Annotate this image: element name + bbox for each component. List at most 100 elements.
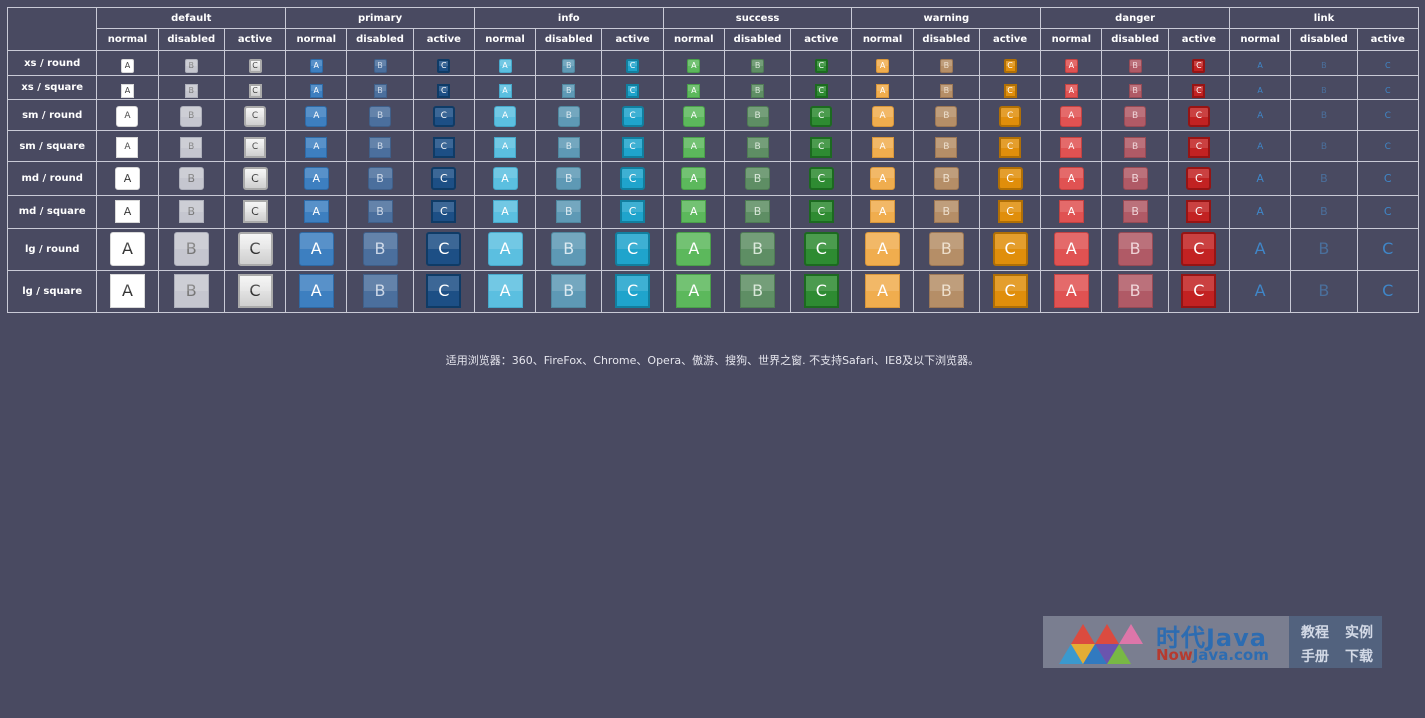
info-active-xs-square-button[interactable]: C [626, 83, 640, 98]
default-active-xs-square-button[interactable]: C [248, 83, 262, 98]
default-normal-lg-round-button[interactable]: A [109, 232, 145, 267]
warning-normal-md-round-button[interactable]: A [870, 166, 896, 190]
primary-active-lg-round-button[interactable]: C [426, 232, 462, 267]
default-normal-xs-square-button[interactable]: A [120, 83, 134, 98]
danger-active-lg-square-button[interactable]: C [1181, 274, 1217, 309]
info-normal-lg-square-button[interactable]: A [487, 274, 523, 309]
primary-normal-sm-square-button[interactable]: A [305, 137, 328, 159]
success-normal-xs-round-button[interactable]: A [687, 59, 701, 74]
success-normal-md-round-button[interactable]: A [681, 166, 707, 190]
success-normal-sm-round-button[interactable]: A [682, 106, 705, 128]
link-active-md-round-button[interactable]: C [1375, 167, 1400, 190]
link-normal-xs-square-button[interactable]: A [1254, 84, 1267, 98]
link-normal-xs-round-button[interactable]: A [1254, 59, 1267, 73]
danger-active-lg-round-button[interactable]: C [1181, 232, 1217, 267]
watermark-link-download[interactable]: 下载 [1345, 646, 1373, 666]
default-active-lg-square-button[interactable]: C [237, 274, 273, 309]
primary-normal-md-square-button[interactable]: A [303, 200, 329, 224]
primary-normal-lg-square-button[interactable]: A [298, 274, 334, 309]
link-active-sm-square-button[interactable]: C [1377, 137, 1399, 158]
danger-normal-lg-square-button[interactable]: A [1053, 274, 1089, 309]
warning-active-md-square-button[interactable]: C [997, 200, 1023, 224]
link-active-sm-round-button[interactable]: C [1377, 106, 1399, 127]
info-normal-sm-round-button[interactable]: A [494, 106, 517, 128]
primary-active-sm-square-button[interactable]: C [432, 137, 455, 159]
warning-normal-lg-square-button[interactable]: A [865, 274, 901, 309]
success-active-sm-round-button[interactable]: C [810, 106, 833, 128]
link-normal-sm-square-button[interactable]: A [1249, 137, 1271, 158]
warning-normal-xs-square-button[interactable]: A [876, 83, 890, 98]
warning-active-xs-square-button[interactable]: C [1003, 83, 1017, 98]
warning-normal-xs-round-button[interactable]: A [876, 59, 890, 74]
info-normal-sm-square-button[interactable]: A [494, 137, 517, 159]
success-active-xs-square-button[interactable]: C [814, 83, 828, 98]
danger-normal-md-square-button[interactable]: A [1058, 200, 1084, 224]
success-normal-lg-round-button[interactable]: A [676, 232, 712, 267]
primary-active-md-square-button[interactable]: C [431, 200, 457, 224]
danger-active-sm-square-button[interactable]: C [1187, 137, 1210, 159]
warning-normal-sm-round-button[interactable]: A [871, 106, 894, 128]
primary-active-xs-round-button[interactable]: C [437, 59, 451, 74]
primary-normal-xs-square-button[interactable]: A [309, 83, 323, 98]
warning-active-md-round-button[interactable]: C [997, 166, 1023, 190]
danger-normal-sm-square-button[interactable]: A [1060, 137, 1083, 159]
warning-normal-sm-square-button[interactable]: A [871, 137, 894, 159]
success-active-md-square-button[interactable]: C [808, 200, 834, 224]
primary-active-xs-square-button[interactable]: C [437, 83, 451, 98]
warning-active-sm-round-button[interactable]: C [999, 106, 1022, 128]
info-active-sm-round-button[interactable]: C [621, 106, 644, 128]
watermark-link-manual[interactable]: 手册 [1301, 646, 1329, 666]
info-normal-md-square-button[interactable]: A [492, 200, 518, 224]
danger-active-xs-square-button[interactable]: C [1192, 83, 1206, 98]
default-normal-md-square-button[interactable]: A [114, 200, 140, 224]
warning-active-sm-square-button[interactable]: C [999, 137, 1022, 159]
primary-active-md-round-button[interactable]: C [431, 166, 457, 190]
success-active-lg-square-button[interactable]: C [803, 274, 839, 309]
default-active-md-round-button[interactable]: C [242, 166, 268, 190]
primary-active-sm-round-button[interactable]: C [432, 106, 455, 128]
danger-normal-sm-round-button[interactable]: A [1060, 106, 1083, 128]
watermark-link-examples[interactable]: 实例 [1345, 622, 1373, 642]
link-active-lg-square-button[interactable]: C [1370, 274, 1405, 308]
default-normal-md-round-button[interactable]: A [114, 166, 140, 190]
link-active-xs-round-button[interactable]: C [1381, 59, 1394, 73]
info-normal-xs-square-button[interactable]: A [498, 83, 512, 98]
danger-normal-md-round-button[interactable]: A [1058, 166, 1084, 190]
watermark-link-tutorial[interactable]: 教程 [1301, 622, 1329, 642]
link-normal-lg-square-button[interactable]: A [1243, 274, 1278, 308]
default-active-sm-square-button[interactable]: C [244, 137, 267, 159]
danger-normal-xs-square-button[interactable]: A [1064, 83, 1078, 98]
default-normal-lg-square-button[interactable]: A [109, 274, 145, 309]
danger-active-xs-round-button[interactable]: C [1192, 59, 1206, 74]
watermark-links[interactable]: 教程 实例 手册 下载 [1289, 616, 1382, 668]
success-active-sm-square-button[interactable]: C [810, 137, 833, 159]
primary-normal-lg-round-button[interactable]: A [298, 232, 334, 267]
info-active-lg-round-button[interactable]: C [615, 232, 651, 267]
danger-normal-lg-round-button[interactable]: A [1053, 232, 1089, 267]
default-normal-sm-square-button[interactable]: A [116, 137, 139, 159]
info-normal-xs-round-button[interactable]: A [498, 59, 512, 74]
default-active-md-square-button[interactable]: C [242, 200, 268, 224]
danger-active-md-round-button[interactable]: C [1186, 166, 1212, 190]
primary-normal-sm-round-button[interactable]: A [305, 106, 328, 128]
link-normal-md-round-button[interactable]: A [1248, 167, 1273, 190]
link-normal-md-square-button[interactable]: A [1248, 200, 1273, 223]
danger-active-sm-round-button[interactable]: C [1187, 106, 1210, 128]
link-active-lg-round-button[interactable]: C [1370, 232, 1405, 266]
info-active-md-round-button[interactable]: C [620, 166, 646, 190]
link-active-xs-square-button[interactable]: C [1381, 84, 1394, 98]
success-normal-sm-square-button[interactable]: A [682, 137, 705, 159]
default-active-lg-round-button[interactable]: C [237, 232, 273, 267]
warning-active-lg-round-button[interactable]: C [992, 232, 1028, 267]
primary-normal-md-round-button[interactable]: A [303, 166, 329, 190]
success-normal-lg-square-button[interactable]: A [676, 274, 712, 309]
info-active-lg-square-button[interactable]: C [615, 274, 651, 309]
link-normal-lg-round-button[interactable]: A [1243, 232, 1278, 266]
watermark[interactable]: 时代Java NowJava.com 教程 实例 手册 下载 [1043, 616, 1382, 668]
success-active-xs-round-button[interactable]: C [814, 59, 828, 74]
info-normal-lg-round-button[interactable]: A [487, 232, 523, 267]
info-normal-md-round-button[interactable]: A [492, 166, 518, 190]
info-active-xs-round-button[interactable]: C [626, 59, 640, 74]
danger-normal-xs-round-button[interactable]: A [1064, 59, 1078, 74]
danger-active-md-square-button[interactable]: C [1186, 200, 1212, 224]
